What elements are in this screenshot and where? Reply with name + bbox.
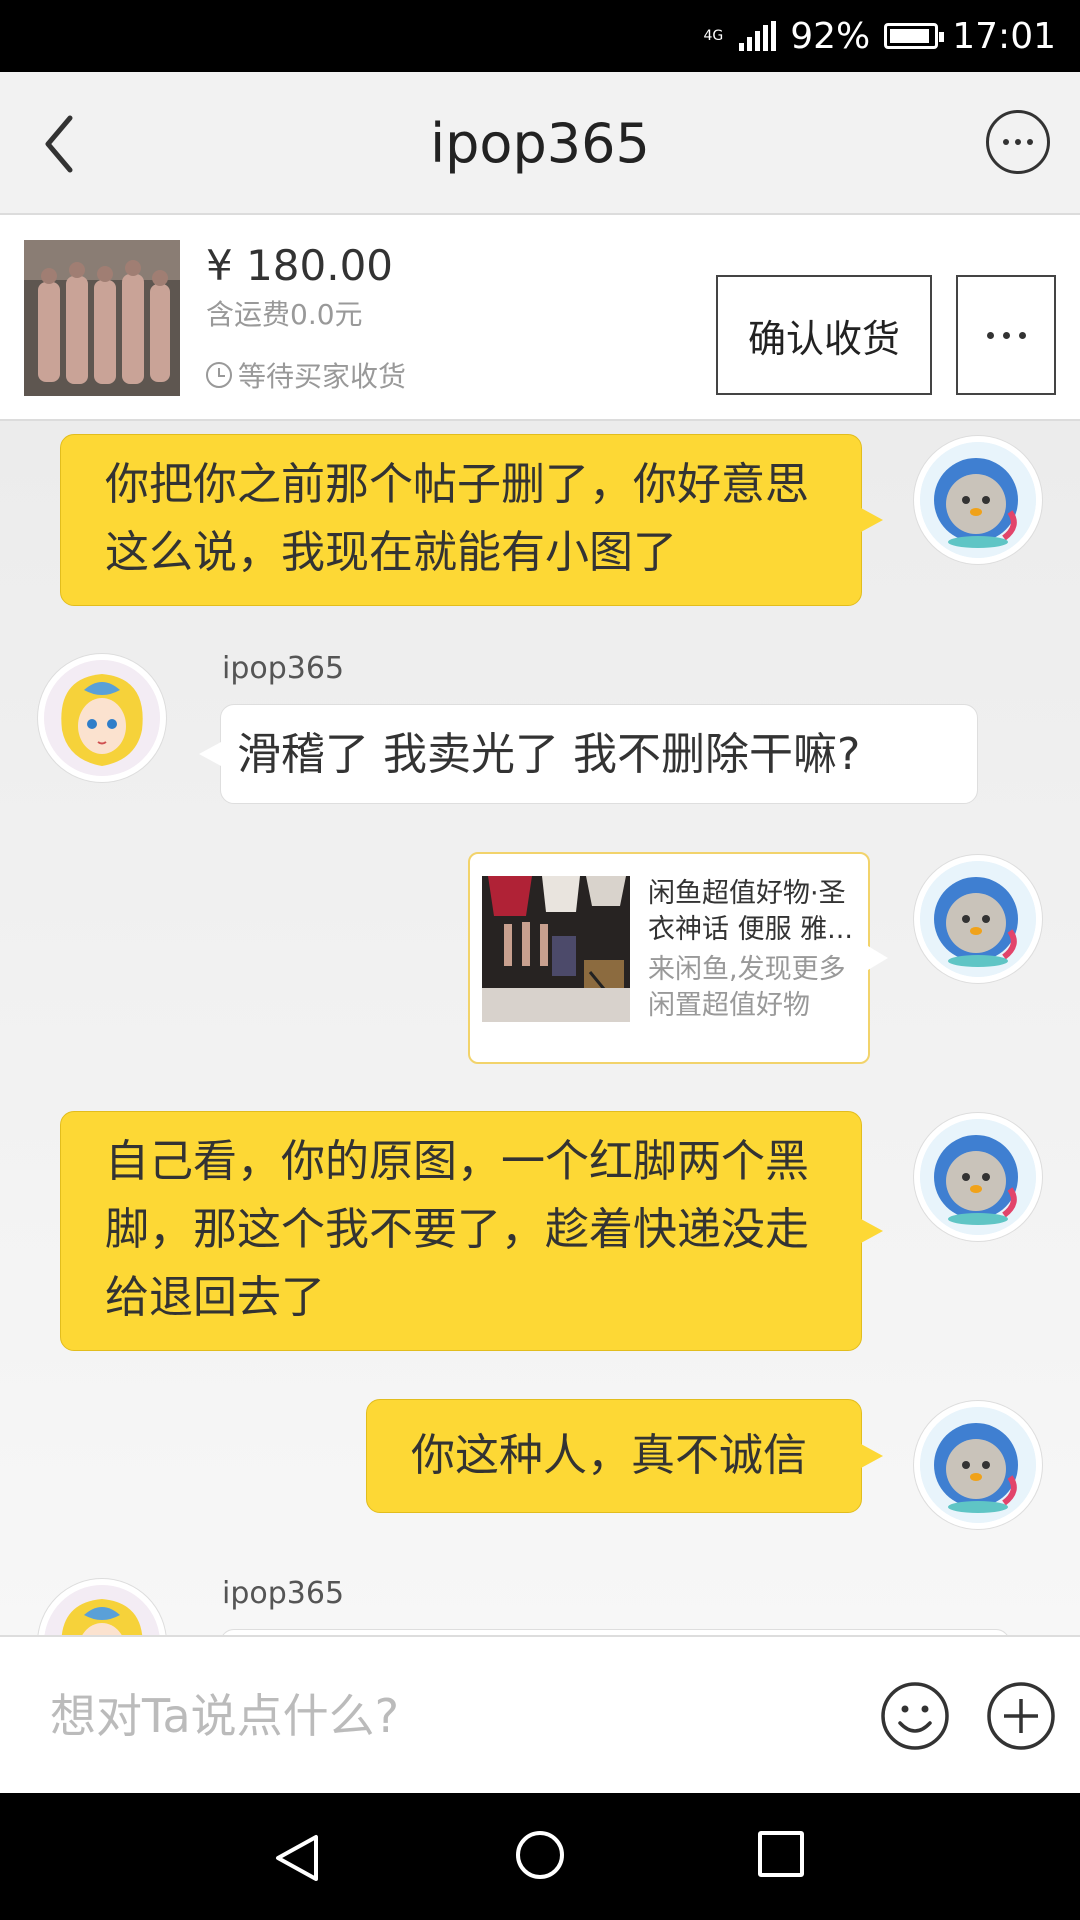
order-status: 等待买家收货 (206, 355, 406, 395)
confirm-receipt-button[interactable]: 确认收货 (716, 275, 932, 395)
seal-avatar-icon (920, 442, 1036, 558)
seal-avatar-icon (920, 861, 1036, 977)
avatar-self[interactable] (914, 855, 1042, 983)
more-icon-dot (1002, 331, 1010, 339)
more-icon-dot (1015, 139, 1021, 145)
message-bubble-self[interactable]: 你这种人，真不诚信 (366, 1399, 883, 1513)
nav-back-button[interactable] (272, 1833, 322, 1883)
product-price: ¥ 180.00 (206, 241, 394, 290)
product-thumbnail[interactable] (24, 240, 180, 396)
link-description: 来闲鱼,发现更多闲置超值好物 (648, 954, 846, 1021)
more-icon-dot (1027, 139, 1033, 145)
avatar-self[interactable] (914, 1401, 1042, 1529)
clock-icon (206, 362, 232, 388)
avatar-self[interactable] (914, 1113, 1042, 1241)
plus-button[interactable] (986, 1681, 1056, 1751)
nav-home-icon[interactable] (516, 1831, 564, 1879)
avatar-other[interactable] (38, 654, 166, 782)
shared-link-card[interactable]: 闲鱼超值好物·圣衣神话 便服 雅... 来闲鱼,发现更多闲置超值好物 (468, 852, 888, 1064)
link-image (482, 876, 630, 1022)
network-type: 4G (703, 28, 724, 44)
product-card[interactable]: ¥ 180.00 含运费0.0元 等待买家收货 确认收货 (0, 215, 1080, 421)
order-status-text: 等待买家收货 (238, 360, 407, 393)
message-text: 滑稽了 我卖光了 我不删除干嘛? (237, 729, 861, 780)
link-title: 闲鱼超值好物·圣衣神话 便服 雅... (648, 878, 853, 945)
chat-header: ipop365 (0, 72, 1080, 215)
link-thumbnail (482, 876, 630, 1022)
chat-list[interactable]: 你把你之前那个帖子删了，你好意思这么说，我现在就能有小图了 ipop365 滑稽… (0, 421, 1080, 1635)
battery-level (890, 29, 930, 43)
more-button[interactable] (986, 110, 1050, 174)
message-text: 你这种人，真不诚信 (411, 1430, 807, 1481)
message-text: 你把你之前那个帖子删了，你好意思这么说，我现在就能有小图了 (105, 459, 809, 578)
message-bubble-other[interactable]: 滑稽了 我卖光了 我不删除干嘛? (199, 704, 978, 804)
status-bar: 4G 92% 17:01 (0, 0, 1080, 72)
network-indicator: 4G (703, 29, 723, 43)
girl-avatar-icon (44, 1585, 160, 1635)
sender-name: ipop365 (222, 651, 345, 686)
message-bubble-self[interactable]: 自己看，你的原图，一个红脚两个黑脚，那这个我不要了，趁着快递没走给退回去了 (60, 1111, 883, 1351)
seal-avatar-icon (920, 1407, 1036, 1523)
system-nav-bar (0, 1793, 1080, 1920)
nav-back-icon (276, 1835, 318, 1881)
emoji-icon (881, 1682, 949, 1750)
avatar-self[interactable] (914, 436, 1042, 564)
battery-percent: 92% (790, 15, 871, 57)
emoji-button[interactable] (880, 1681, 950, 1751)
signal-icon (739, 21, 777, 51)
message-text: 自己看，你的原图，一个红脚两个黑脚，那这个我不要了，趁着快递没走给退回去了 (105, 1136, 809, 1323)
product-image (24, 240, 180, 396)
clock-time: 17:01 (952, 15, 1056, 57)
avatar-other[interactable] (38, 1579, 166, 1635)
nav-recent-icon[interactable] (758, 1831, 804, 1877)
plus-icon (987, 1682, 1055, 1750)
more-icon-dot (1018, 331, 1026, 339)
message-input[interactable] (48, 1667, 832, 1765)
shipping-fee: 含运费0.0元 (206, 298, 363, 331)
more-icon (1003, 139, 1009, 145)
more-icon (986, 331, 994, 339)
page-title: ipop365 (430, 112, 650, 175)
girl-avatar-icon (44, 660, 160, 776)
battery-icon (884, 23, 945, 49)
seal-avatar-icon (920, 1119, 1036, 1235)
sender-name: ipop365 (222, 1576, 345, 1611)
order-more-button[interactable] (956, 275, 1056, 395)
message-bubble-self[interactable]: 你把你之前那个帖子删了，你好意思这么说，我现在就能有小图了 (60, 434, 883, 606)
message-input-bar (0, 1635, 1080, 1793)
